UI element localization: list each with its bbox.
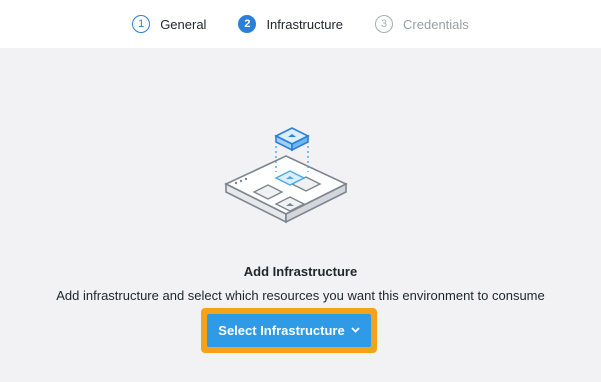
infrastructure-icon	[224, 127, 348, 224]
step-infrastructure[interactable]: 2 Infrastructure	[238, 15, 343, 33]
step-number: 1	[132, 15, 151, 33]
button-highlight: Select Infrastructure	[201, 308, 377, 353]
button-label: Select Infrastructure	[218, 323, 345, 338]
step-number: 3	[375, 15, 394, 33]
infrastructure-illustration	[220, 122, 352, 234]
empty-state-title: Add Infrastructure	[243, 264, 358, 279]
empty-state-description: Add infrastructure and select which reso…	[56, 288, 545, 303]
chevron-down-icon	[351, 325, 360, 336]
wizard-stepper: 1 General 2 Infrastructure 3 Credentials	[0, 0, 601, 48]
step-label: General	[160, 16, 207, 32]
step-label: Infrastructure	[266, 16, 344, 32]
step-number: 2	[238, 15, 257, 33]
select-infrastructure-button[interactable]: Select Infrastructure	[207, 314, 371, 347]
step-credentials[interactable]: 3 Credentials	[375, 15, 469, 33]
step-label: Credentials	[403, 16, 469, 32]
step-general[interactable]: 1 General	[132, 15, 206, 33]
